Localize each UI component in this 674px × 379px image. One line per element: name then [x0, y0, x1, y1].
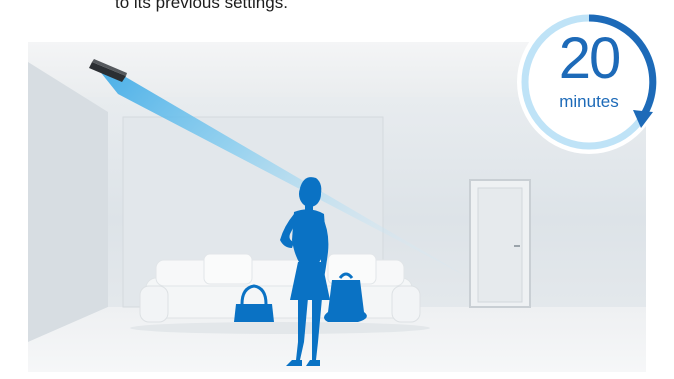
timer-badge: 20 minutes	[515, 8, 663, 156]
timer-unit: minutes	[559, 92, 619, 111]
door-icon	[469, 179, 531, 308]
caption-text: to its previous settings.	[115, 0, 288, 12]
timer-value: 20	[558, 26, 622, 91]
